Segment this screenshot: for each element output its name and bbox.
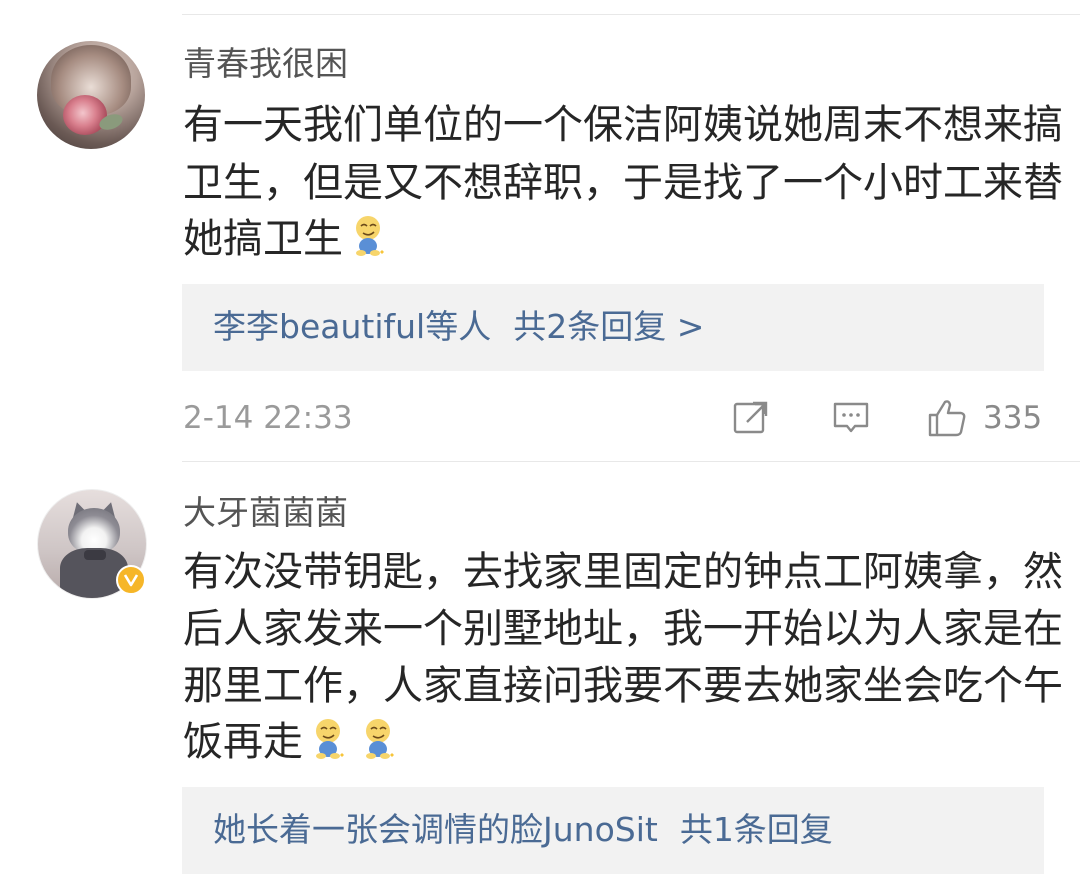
comment-text-line: 那里工作，人家直接问我要不要去她家坐会吃个午 [183, 663, 1063, 709]
comment-text-line: 她搞卫生 [183, 216, 343, 262]
share-icon[interactable] [731, 398, 771, 438]
comment-item: 青春我很困 有一天我们单位的一个保洁阿姨说她周末不想来搞 卫生，但是又不想辞职，… [0, 0, 1080, 460]
reply-users[interactable]: 李李beautiful等人 [213, 307, 491, 346]
comment-text-line-last: 她搞卫生 [183, 214, 393, 264]
comment-text-line: 有一天我们单位的一个保洁阿姨说她周末不想来搞 [183, 102, 1063, 148]
smirk-emoji-icon [316, 719, 344, 759]
reply-users[interactable]: 她长着一张会调情的脸JunoSit [213, 810, 658, 849]
comment-text-line: 饭再走 [183, 719, 303, 765]
avatar[interactable] [37, 41, 145, 149]
comment-text-line-last: 饭再走 [183, 717, 403, 767]
reply-preview[interactable]: 她长着一张会调情的脸JunoSit 共1条回复 [182, 787, 1044, 874]
comment-text-line: 卫生，但是又不想辞职，于是找了一个小时工来替 [183, 160, 1063, 206]
reply-preview-text[interactable]: 她长着一张会调情的脸JunoSit 共1条回复 [213, 809, 833, 851]
comment-text-line: 后人家发来一个别墅地址，我一开始以为人家是在 [183, 606, 1063, 652]
verified-badge-icon [116, 565, 146, 595]
timestamp: 2-14 22:33 [183, 400, 353, 436]
reply-count[interactable]: 共1条回复 [680, 810, 833, 849]
thumbs-up-icon[interactable] [927, 398, 967, 438]
reply-preview[interactable]: 李李beautiful等人 共2条回复 > [182, 284, 1044, 371]
comment-item: 大牙菌菌菌 有次没带钥匙，去找家里固定的钟点工阿姨拿，然 后人家发来一个别墅地址… [0, 462, 1080, 891]
like-count: 335 [983, 400, 1043, 436]
comment-icon[interactable] [831, 398, 871, 438]
smirk-emoji-icon [366, 719, 394, 759]
comment-text-line: 有次没带钥匙，去找家里固定的钟点工阿姨拿，然 [183, 549, 1063, 595]
comment-meta: 2-14 22:33 335 [183, 396, 1043, 440]
reply-preview-text[interactable]: 李李beautiful等人 共2条回复 > [213, 306, 704, 348]
smirk-emoji-icon [356, 216, 384, 256]
comment-username[interactable]: 大牙菌菌菌 [183, 493, 348, 533]
comment-username[interactable]: 青春我很困 [183, 44, 348, 84]
reply-count[interactable]: 共2条回复 > [513, 307, 704, 346]
